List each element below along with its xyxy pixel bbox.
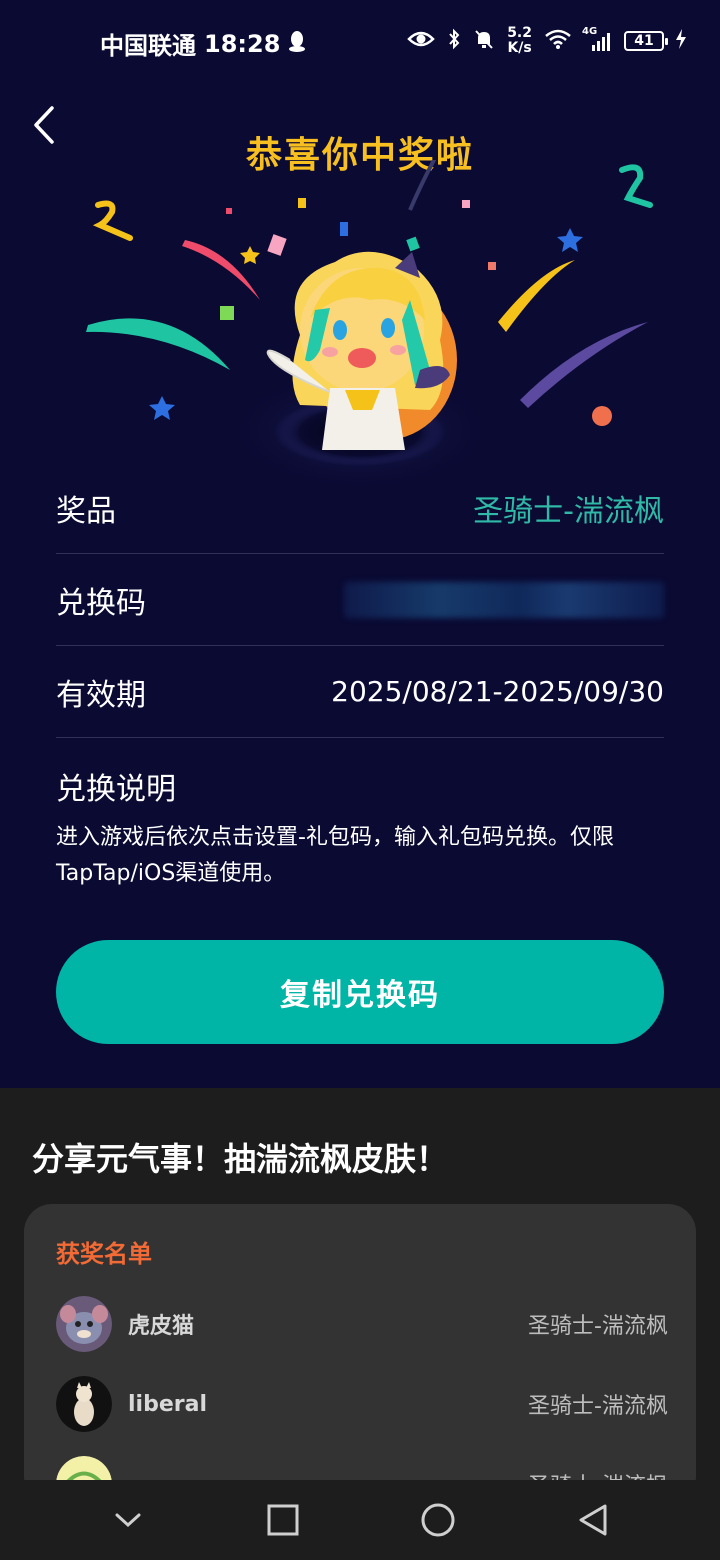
nav-home-button[interactable] [408, 1490, 468, 1550]
circle-icon [421, 1503, 454, 1537]
signal-icon: 4G [582, 26, 612, 52]
carrier-name: 中国联通 [100, 32, 196, 60]
winner-item[interactable]: 虎皮猫 圣骑士-湍流枫 [56, 1294, 668, 1354]
avatar [56, 1296, 112, 1352]
nav-recents-button[interactable] [253, 1490, 313, 1550]
triangle-back-icon [579, 1504, 606, 1536]
wifi-icon [544, 28, 572, 55]
redeem-code-obscured[interactable] [344, 581, 664, 618]
nav-collapse-button[interactable] [98, 1490, 158, 1550]
share-title: 分享元气事！抽湍流枫皮肤！ [32, 1140, 449, 1178]
eye-comfort-icon [407, 29, 435, 54]
prize-value: 圣骑士-湍流枫 [473, 493, 664, 529]
validity-value: 2025/08/21-2025/09/30 [331, 675, 664, 708]
prize-label: 奖品 [56, 493, 116, 529]
mute-bell-icon [473, 28, 495, 55]
instructions-label: 兑换说明 [56, 772, 176, 807]
winners-card: 获奖名单 虎皮猫 圣骑士-湍流枫 liberal 圣骑士-湍流枫 圣骑士-湍流枫 [24, 1204, 696, 1504]
square-icon [267, 1504, 298, 1536]
status-left: 中国联通 18:28 [100, 26, 306, 61]
net-speed: 5.2 K/s [507, 25, 532, 56]
code-label: 兑换码 [56, 585, 146, 621]
nav-back-button[interactable] [563, 1490, 623, 1550]
winner-prize: 圣骑士-湍流枫 [528, 1394, 668, 1419]
qq-icon [288, 30, 306, 58]
prize-illustration [86, 160, 653, 490]
winner-item[interactable]: liberal 圣骑士-湍流枫 [56, 1374, 668, 1434]
status-bar: 中国联通 18:28 5.2 K/s 4G 41 [0, 0, 720, 84]
charging-icon [676, 28, 686, 54]
winners-title: 获奖名单 [56, 1240, 152, 1268]
bluetooth-icon [447, 28, 461, 55]
chevron-down-icon [115, 1513, 140, 1528]
prize-row: 奖品 圣骑士-湍流枫 [56, 462, 664, 554]
status-right: 5.2 K/s 4G 41 [407, 26, 686, 56]
winner-prize: 圣骑士-湍流枫 [528, 1314, 668, 1339]
winner-name: liberal [128, 1391, 207, 1417]
clock: 18:28 [204, 29, 281, 58]
code-row: 兑换码 [56, 554, 664, 646]
avatar [56, 1376, 112, 1432]
system-nav-bar [0, 1480, 720, 1560]
instructions-text: 进入游戏后依次点击设置-礼包码，输入礼包码兑换。仅限TapTap/iOS渠道使用… [56, 825, 614, 886]
copy-code-button[interactable]: 复制兑换码 [56, 940, 664, 1044]
battery-indicator: 41 [624, 31, 668, 51]
validity-row: 有效期 2025/08/21-2025/09/30 [56, 646, 664, 738]
validity-label: 有效期 [56, 677, 146, 713]
winner-name: 虎皮猫 [128, 1314, 195, 1339]
